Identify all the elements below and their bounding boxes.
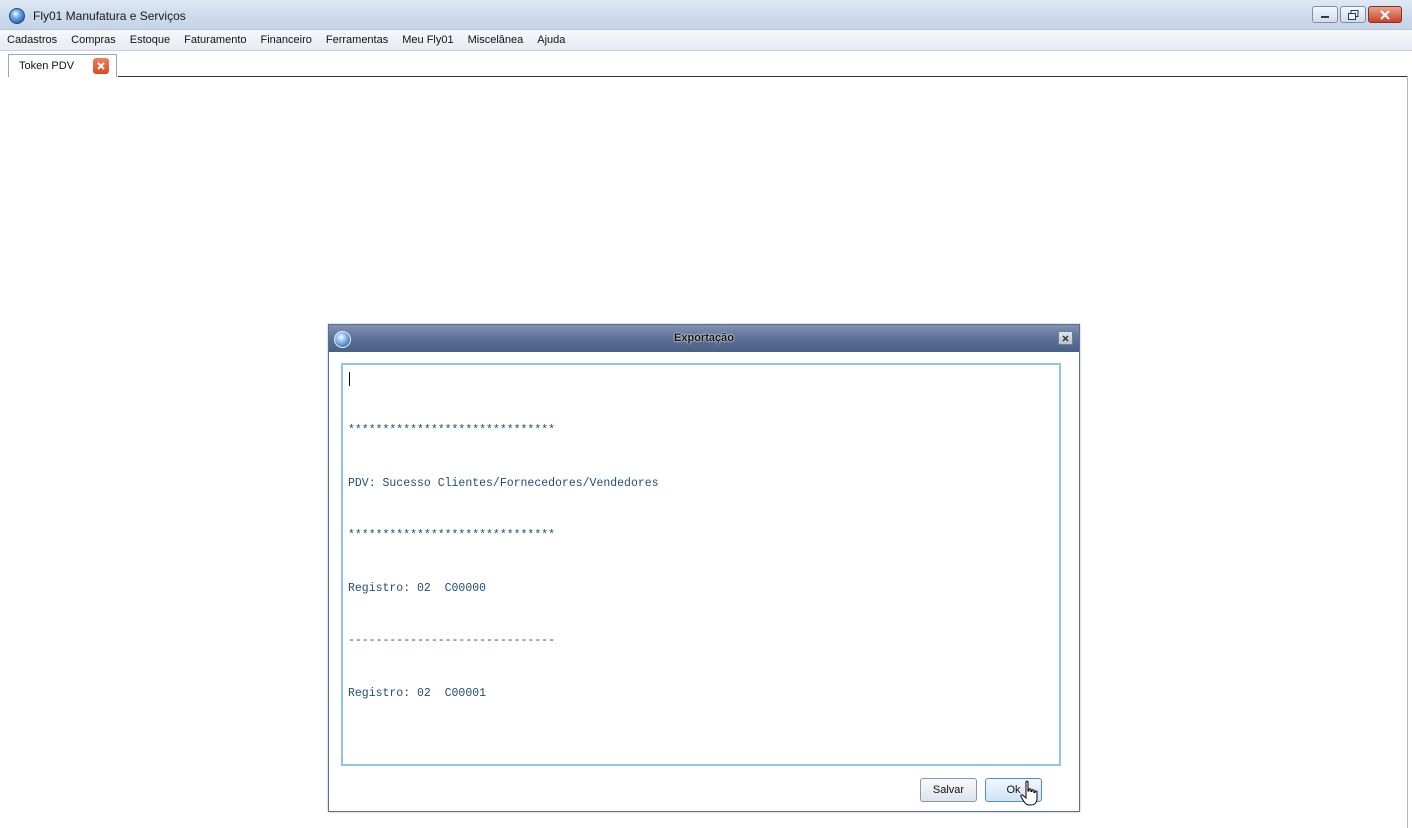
- export-log-content: ****************************** PDV: Suce…: [348, 371, 1054, 737]
- menu-cadastros[interactable]: Cadastros: [7, 34, 57, 46]
- menu-estoque[interactable]: Estoque: [130, 34, 170, 46]
- export-dialog: Exportação *****************************…: [328, 324, 1080, 812]
- tab-label: Token PDV: [19, 60, 75, 72]
- restore-icon: [1347, 9, 1358, 20]
- hand-cursor-icon: [1020, 780, 1038, 806]
- close-icon: [1380, 9, 1390, 20]
- tab-token-pdv[interactable]: Token PDV: [8, 54, 117, 77]
- window-title: Fly01 Manufatura e Serviços: [33, 9, 186, 23]
- menu-ferramentas[interactable]: Ferramentas: [326, 34, 388, 46]
- close-icon: [1062, 334, 1069, 342]
- log-line: ------------------------------: [348, 634, 556, 647]
- dialog-close-button[interactable]: [1058, 331, 1073, 345]
- window-controls: [1312, 6, 1402, 23]
- log-line: ******************************: [348, 424, 556, 437]
- close-button[interactable]: [1368, 6, 1402, 23]
- content-area-border: [1407, 76, 1408, 828]
- menu-faturamento[interactable]: Faturamento: [184, 34, 246, 46]
- menu-financeiro[interactable]: Financeiro: [261, 34, 312, 46]
- log-line: Registro: 02 C00000: [348, 581, 487, 595]
- export-log-textarea[interactable]: ****************************** PDV: Suce…: [341, 363, 1061, 766]
- window-title-bar: Fly01 Manufatura e Serviços: [0, 0, 1412, 30]
- dialog-title-bar[interactable]: Exportação: [329, 325, 1079, 352]
- log-line: Registro: 02 C00001: [348, 686, 487, 700]
- menu-bar: Cadastros Compras Estoque Faturamento Fi…: [0, 30, 1412, 51]
- minimize-button[interactable]: [1312, 6, 1338, 23]
- menu-meu-fly01[interactable]: Meu Fly01: [402, 34, 453, 46]
- menu-compras[interactable]: Compras: [71, 34, 116, 46]
- menu-miscelanea[interactable]: Miscelânea: [468, 34, 524, 46]
- restore-button[interactable]: [1340, 6, 1366, 23]
- save-button[interactable]: Salvar: [920, 778, 977, 802]
- menu-ajuda[interactable]: Ajuda: [537, 34, 565, 46]
- text-caret: [349, 372, 350, 386]
- tab-close-button[interactable]: [93, 58, 109, 74]
- minimize-icon: [1321, 15, 1329, 18]
- tab-strip: Token PDV: [0, 51, 1412, 77]
- tab-divider: [118, 76, 1408, 77]
- log-line: PDV: Sucesso Clientes/Fornecedores/Vende…: [348, 476, 659, 490]
- app-logo-icon: [9, 8, 25, 24]
- dialog-title: Exportação: [674, 332, 734, 344]
- log-line: ******************************: [348, 529, 556, 542]
- close-icon: [97, 62, 105, 70]
